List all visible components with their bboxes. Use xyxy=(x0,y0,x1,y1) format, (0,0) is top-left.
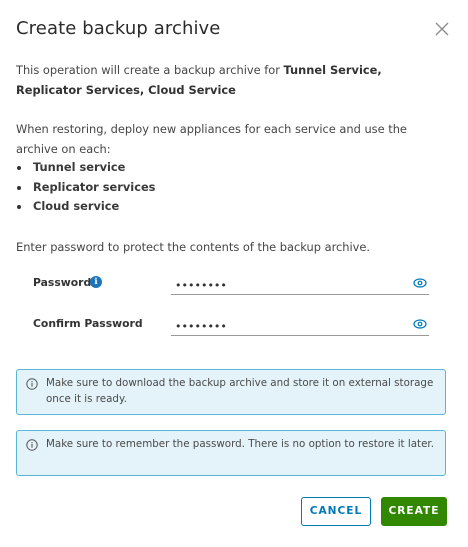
confirm-password-field-wrapper xyxy=(171,315,429,336)
password-field-wrapper xyxy=(171,274,429,295)
list-item: Cloud service xyxy=(16,197,155,217)
create-button[interactable]: CREATE xyxy=(381,497,447,526)
list-item: Replicator services xyxy=(16,178,155,198)
info-alert-download: Make sure to download the backup archive… xyxy=(16,369,446,415)
close-icon[interactable] xyxy=(434,21,450,37)
alert-text: Make sure to download the backup archive… xyxy=(46,377,434,405)
confirm-password-field[interactable] xyxy=(171,317,405,336)
cancel-button[interactable]: CANCEL xyxy=(301,497,371,526)
password-label: Password xyxy=(33,276,92,289)
password-field[interactable] xyxy=(171,276,405,295)
confirm-password-label: Confirm Password xyxy=(33,317,143,330)
info-icon[interactable]: i xyxy=(90,276,102,288)
restore-instructions: When restoring, deploy new appliances fo… xyxy=(16,122,407,156)
intro-text: This operation will create a backup arch… xyxy=(16,60,436,100)
create-backup-dialog: Create backup archive This operation wil… xyxy=(0,0,468,547)
service-list: Tunnel service Replicator services Cloud… xyxy=(16,158,155,217)
intro-prefix: This operation will create a backup arch… xyxy=(16,63,284,77)
dialog-title: Create backup archive xyxy=(16,18,221,39)
list-item: Tunnel service xyxy=(16,158,155,178)
info-circle-icon xyxy=(26,439,38,451)
show-password-icon[interactable] xyxy=(413,277,427,289)
info-circle-icon xyxy=(26,378,38,390)
show-confirm-password-icon[interactable] xyxy=(413,318,427,330)
alert-text: Make sure to remember the password. Ther… xyxy=(46,438,434,450)
password-instructions: Enter password to protect the contents o… xyxy=(16,240,371,254)
info-alert-password: Make sure to remember the password. Ther… xyxy=(16,430,446,476)
